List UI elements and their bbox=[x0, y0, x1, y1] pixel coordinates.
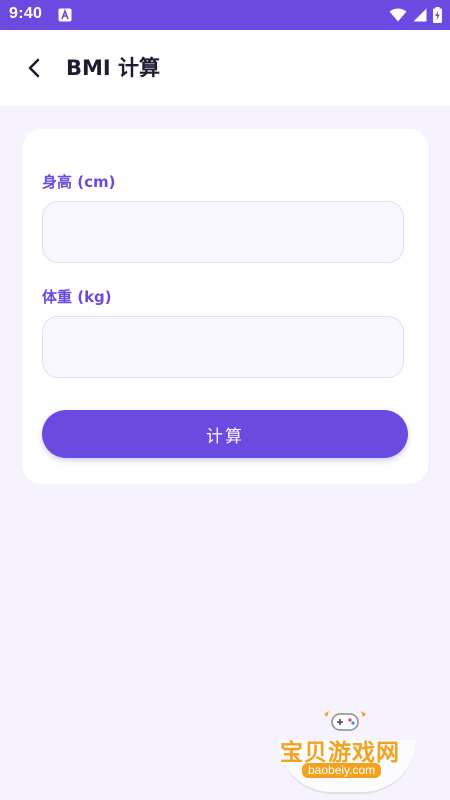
back-button[interactable] bbox=[16, 50, 52, 86]
weight-label: 体重 (kg) bbox=[42, 288, 112, 306]
signal-icon bbox=[413, 8, 427, 22]
watermark: 宝贝游戏网 baobeiy.com bbox=[272, 708, 422, 796]
gamepad-icon bbox=[324, 711, 366, 731]
chevron-left-icon bbox=[28, 58, 40, 78]
bmi-form-card: 身高 (cm) 体重 (kg) 计算 bbox=[22, 129, 428, 484]
status-time: 9:40 bbox=[9, 5, 43, 22]
height-input[interactable] bbox=[42, 201, 404, 263]
watermark-url: baobeiy.com bbox=[302, 763, 382, 778]
status-bar: 9:40 bbox=[0, 0, 450, 30]
wifi-icon bbox=[389, 8, 407, 22]
weight-input[interactable] bbox=[42, 316, 404, 378]
battery-charging-icon bbox=[433, 7, 442, 23]
height-label: 身高 (cm) bbox=[42, 173, 116, 191]
page-title: BMI 计算 bbox=[66, 56, 161, 80]
app-notification-icon bbox=[58, 8, 72, 22]
watermark-brand: 宝贝游戏网 bbox=[280, 740, 400, 766]
calculate-button[interactable]: 计算 bbox=[42, 410, 408, 458]
status-icons bbox=[389, 7, 442, 23]
app-bar: BMI 计算 bbox=[0, 30, 450, 106]
